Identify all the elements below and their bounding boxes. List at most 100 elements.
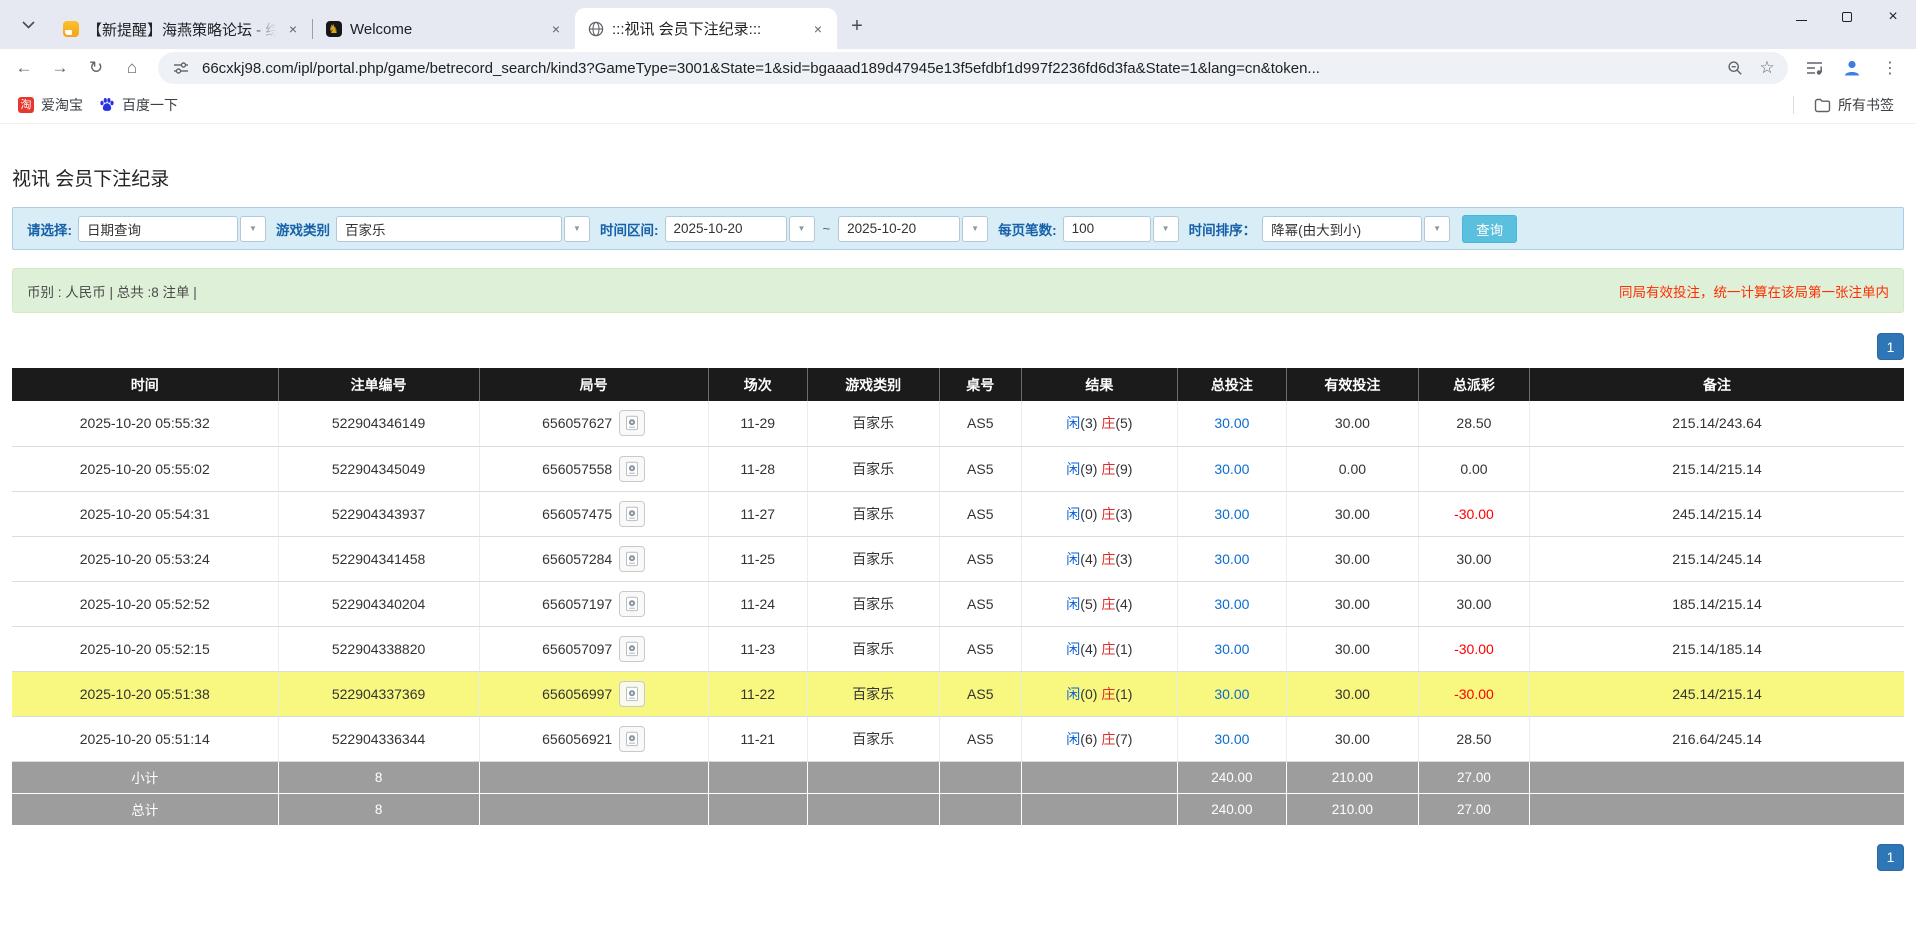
dropdown-arrow-icon[interactable]: ▼ [1153, 216, 1179, 242]
media-control-icon[interactable] [1798, 52, 1830, 84]
total-bet-link[interactable]: 30.00 [1214, 641, 1249, 657]
table-no: AS5 [939, 671, 1021, 716]
filter-bar: 请选择: ▼ 游戏类别 ▼ 时间区间: ▼ ~ ▼ 每页笔数: ▼ 时间排序： … [12, 207, 1904, 250]
total-bet-cell: 30.00 [1177, 581, 1286, 626]
zoom-icon[interactable] [1724, 57, 1746, 79]
table-row: 2025-10-20 05:52:52 522904340204 6560571… [12, 581, 1904, 626]
close-icon[interactable]: × [547, 20, 565, 38]
valid-bet: 30.00 [1286, 626, 1418, 671]
address-bar[interactable]: 66cxkj98.com/ipl/portal.php/game/betreco… [158, 52, 1788, 84]
reload-button[interactable]: ↻ [80, 52, 112, 84]
dropdown-arrow-icon[interactable]: ▼ [240, 216, 266, 242]
folder-icon [1814, 98, 1831, 113]
round-id: 656057558 [542, 461, 612, 477]
game-type-input[interactable] [336, 216, 562, 242]
payout: 0.00 [1418, 446, 1529, 491]
window-controls: × [1778, 0, 1916, 34]
date-from-input[interactable] [665, 216, 787, 242]
session-no: 11-28 [708, 446, 807, 491]
total-bet-link[interactable]: 30.00 [1214, 731, 1249, 747]
dropdown-arrow-icon[interactable]: ▼ [789, 216, 815, 242]
minimize-button[interactable] [1778, 0, 1824, 34]
video-record-button[interactable] [619, 681, 645, 707]
game-type-combobox[interactable]: ▼ [336, 216, 590, 242]
banker-result: 庄 [1101, 506, 1115, 522]
time-sort-input[interactable] [1262, 216, 1422, 242]
page-size-combobox[interactable]: ▼ [1063, 216, 1179, 242]
video-record-icon [624, 506, 640, 522]
query-type-input[interactable] [78, 216, 238, 242]
total-bet-link[interactable]: 30.00 [1214, 506, 1249, 522]
bookmarks-bar: 淘 爱淘宝 百度一下 所有书签 [0, 87, 1916, 124]
pagination-bottom: 1 [12, 844, 1904, 871]
maximize-button[interactable] [1824, 0, 1870, 34]
video-record-button[interactable] [619, 591, 645, 617]
result-cell: 闲(5) 庄(4) [1021, 581, 1177, 626]
bookmark-star-icon[interactable]: ☆ [1756, 57, 1778, 79]
site-settings-tune-icon[interactable] [170, 57, 192, 79]
back-button[interactable]: ← [8, 52, 40, 84]
close-icon[interactable]: × [809, 20, 827, 38]
tab-strip: 【新提醒】海燕策略论坛 - 综合 × ♞ Welcome × :::视讯 会员下… [0, 0, 1916, 49]
tab-search-button[interactable] [14, 11, 42, 39]
url-text[interactable]: 66cxkj98.com/ipl/portal.php/game/betreco… [202, 60, 1714, 77]
col-header-session: 场次 [708, 368, 807, 401]
video-record-button[interactable] [619, 546, 645, 572]
tab-bet-records-active[interactable]: :::视讯 会员下注纪录::: × [575, 8, 837, 49]
browser-menu-icon[interactable]: ⋮ [1874, 52, 1906, 84]
date-to-input[interactable] [838, 216, 960, 242]
date-from-combobox[interactable]: ▼ [665, 216, 815, 242]
round-id-cell: 656056997 [479, 671, 708, 716]
bookmark-taobao[interactable]: 淘 爱淘宝 [10, 91, 91, 119]
table-no: AS5 [939, 626, 1021, 671]
forward-button[interactable]: → [44, 52, 76, 84]
total-bet-link[interactable]: 30.00 [1214, 551, 1249, 567]
dropdown-arrow-icon[interactable]: ▼ [962, 216, 988, 242]
banker-result: 庄 [1101, 596, 1115, 612]
page-1-button[interactable]: 1 [1877, 844, 1904, 871]
close-icon[interactable]: × [284, 20, 302, 38]
new-tab-button[interactable]: + [843, 12, 871, 40]
total-bet-link[interactable]: 30.00 [1214, 596, 1249, 612]
window-close-button[interactable]: × [1870, 0, 1916, 34]
round-id-cell: 656057097 [479, 626, 708, 671]
total-bet-cell: 30.00 [1177, 716, 1286, 761]
player-result: 闲 [1066, 506, 1080, 522]
game-type-label: 游戏类别 [276, 219, 330, 239]
total-bet-link[interactable]: 30.00 [1214, 461, 1249, 477]
page-size-input[interactable] [1063, 216, 1151, 242]
query-type-combobox[interactable]: ▼ [78, 216, 266, 242]
total-bet-link[interactable]: 30.00 [1214, 415, 1249, 431]
bet-id: 522904336344 [278, 716, 479, 761]
date-range-separator: ~ [823, 221, 831, 236]
bookmark-baidu[interactable]: 百度一下 [91, 91, 186, 119]
video-record-button[interactable] [619, 636, 645, 662]
tab-forum[interactable]: 【新提醒】海燕策略论坛 - 综合 × [50, 9, 312, 49]
player-result: 闲 [1066, 686, 1080, 702]
home-button[interactable]: ⌂ [116, 52, 148, 84]
video-record-button[interactable] [619, 456, 645, 482]
total-bet-link[interactable]: 30.00 [1214, 686, 1249, 702]
dropdown-arrow-icon[interactable]: ▼ [564, 216, 590, 242]
page-1-button[interactable]: 1 [1877, 333, 1904, 360]
round-id: 656057197 [542, 596, 612, 612]
all-bookmarks-button[interactable]: 所有书签 [1806, 91, 1902, 119]
bet-time: 2025-10-20 05:52:52 [12, 581, 278, 626]
baidu-paw-icon [99, 97, 115, 113]
round-id: 656056921 [542, 731, 612, 747]
tab-welcome[interactable]: ♞ Welcome × [313, 9, 575, 49]
video-record-button[interactable] [619, 501, 645, 527]
search-button[interactable]: 查询 [1462, 215, 1517, 243]
date-to-combobox[interactable]: ▼ [838, 216, 988, 242]
video-record-button[interactable] [619, 726, 645, 752]
profile-avatar-icon[interactable] [1836, 52, 1868, 84]
dropdown-arrow-icon[interactable]: ▼ [1424, 216, 1450, 242]
valid-bet: 30.00 [1286, 401, 1418, 446]
round-id-cell: 656057558 [479, 446, 708, 491]
valid-bet: 0.00 [1286, 446, 1418, 491]
round-id-cell: 656057475 [479, 491, 708, 536]
result-cell: 闲(0) 庄(1) [1021, 671, 1177, 716]
video-record-button[interactable] [619, 410, 645, 436]
time-sort-combobox[interactable]: ▼ [1262, 216, 1450, 242]
table-no: AS5 [939, 536, 1021, 581]
